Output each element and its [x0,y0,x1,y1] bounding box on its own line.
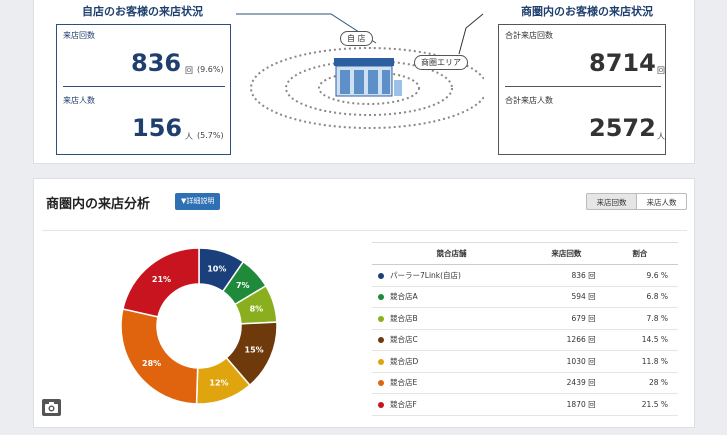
donut-slice [120,308,199,405]
own-visitors-label: 来店人数 [63,96,95,105]
analysis-title: 商圏内の来店分析 [46,197,151,212]
row-visits: 836 回 [531,264,602,287]
slice-label: 8% [250,305,264,314]
row-ratio: 14.5 % [601,329,678,351]
camera-glyph [45,402,58,413]
area-visits-value: 8714 [589,49,656,77]
area-divider [505,86,661,87]
slice-label: 15% [245,346,264,355]
area-visits-label: 合計来店回数 [505,31,553,40]
visit-analysis-panel: 商圏内の来店分析 ▼詳細説明 来店回数 来店人数 10% 7% 8% 15% 12% 28… [33,178,695,428]
toggle-visitors[interactable]: 来店人数 [636,193,687,210]
own-visitors-pct: (5.7%) [197,131,224,140]
store-name: 競合店E [390,378,418,388]
row-ratio: 9.6 % [601,264,678,287]
store-name: 競合店A [390,292,418,302]
row-visits: 1030 回 [531,350,602,373]
table-row: 競合店F 1870 回 21.5 % [372,393,678,416]
legend-dot [378,358,384,365]
row-name: 競合店C [372,329,532,351]
legend-dot [378,380,384,387]
row-ratio: 21.5 % [601,393,678,416]
own-store-tag: 自 店 [340,31,373,46]
slice-label: 21% [152,275,171,284]
row-ratio: 7.8 % [601,307,678,330]
legend-dot [378,337,384,344]
row-ratio: 6.8 % [601,286,678,308]
row-visits: 2439 回 [531,372,602,394]
share-donut-chart: 10% 7% 8% 15% 12% 28% 21% [120,247,278,405]
store-name: パーラー7Link(自店) [390,270,461,280]
area-box: 合計来店回数 8714 回 合計来店人数 2572 人 [498,24,666,155]
own-visitors-value: 156 [132,114,183,142]
row-ratio: 28 % [601,372,678,394]
table-row: 競合店E 2439 回 28 % [372,372,678,394]
header-ratio: 割合 [601,242,678,265]
store-name: 競合店F [390,399,417,409]
area-visitors-value: 2572 [589,114,656,142]
store-overview-panel: 自店のお客様の来店状況 商圏内のお客様の来店状況 来店回数 836 回 (9.6… [33,0,695,164]
row-name: パーラー7Link(自店) [372,264,532,287]
detail-button[interactable]: ▼詳細説明 [175,193,221,210]
area-visitors-unit: 人 [657,132,665,141]
own-visits-value: 836 [131,49,182,77]
camera-icon[interactable] [42,399,61,416]
row-visits: 679 回 [531,307,602,330]
toggle-visits[interactable]: 来店回数 [586,193,637,210]
own-divider [63,86,225,87]
table-row: パーラー7Link(自店) 836 回 9.6 % [372,264,678,287]
area-visits-unit: 回 [657,66,665,75]
table-header: 競合店舗 来店回数 割合 [372,242,678,265]
area-tag: 商圏エリア [414,55,468,70]
slice-label: 28% [142,359,161,368]
table-row: 競合店A 594 回 6.8 % [372,286,678,308]
store-building-icon [334,58,402,97]
row-visits: 1266 回 [531,329,602,351]
row-name: 競合店E [372,372,532,394]
table-row: 競合店D 1030 回 11.8 % [372,350,678,373]
slice-label: 7% [236,281,250,290]
own-visits-label: 来店回数 [63,31,95,40]
row-visits: 1870 回 [531,393,602,416]
store-name: 競合店D [390,356,419,366]
header-visits: 来店回数 [531,242,602,265]
header-name: 競合店舗 [372,242,532,265]
legend-dot [378,294,384,301]
table-row: 競合店B 679 回 7.8 % [372,307,678,330]
row-name: 競合店A [372,286,532,308]
store-name: 競合店C [390,335,418,345]
own-store-box: 来店回数 836 回 (9.6%) 来店人数 156 人 (5.7%) [56,24,231,155]
legend-dot [378,272,384,279]
table-row: 競合店C 1266 回 14.5 % [372,329,678,351]
area-visitors-label: 合計来店人数 [505,96,553,105]
row-name: 競合店D [372,350,532,373]
row-name: 競合店B [372,307,532,330]
own-visits-unit: 回 [185,66,193,75]
competitor-table: 競合店舗 来店回数 割合 パーラー7Link(自店) 836 回 9.6 % 競合店A… [372,242,678,416]
row-name: 競合店F [372,393,532,416]
slice-label: 10% [207,265,226,274]
legend-dot [378,315,384,322]
divider [42,230,687,231]
slice-label: 12% [209,379,228,388]
store-name: 競合店B [390,313,418,323]
legend-dot [378,401,384,408]
own-visitors-unit: 人 [185,132,193,141]
row-ratio: 11.8 % [601,350,678,373]
own-visits-pct: (9.6%) [197,65,224,74]
row-visits: 594 回 [531,286,602,308]
